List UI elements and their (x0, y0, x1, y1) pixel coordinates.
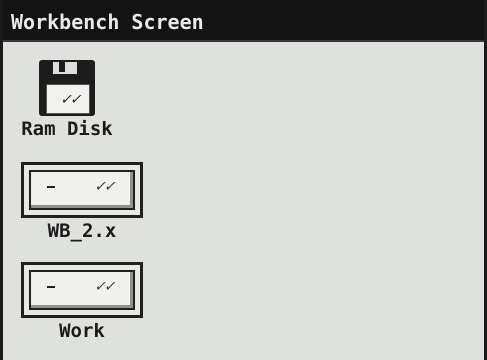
floppy-disk-icon: ✓✓ (39, 60, 95, 116)
work-drive-label: Work (59, 320, 105, 342)
wb-drive-label: WB_2.x (47, 220, 117, 242)
work-drive-icon-item[interactable]: ✓✓ Work (19, 262, 145, 342)
ram-disk-icon-item[interactable]: ✓✓ Ram Disk (17, 60, 117, 140)
ram-disk-label: Ram Disk (21, 118, 113, 140)
hard-drive-icon: ✓✓ (21, 162, 143, 218)
screen-title: Workbench Screen (11, 10, 204, 34)
hard-drive-icon: ✓✓ (21, 262, 143, 318)
workbench-screen: Workbench Screen ✓✓ Ram Disk ✓✓ WB_2.x ✓… (0, 0, 487, 360)
title-bar[interactable]: Workbench Screen (3, 0, 484, 42)
wb-drive-icon-item[interactable]: ✓✓ WB_2.x (19, 162, 145, 242)
